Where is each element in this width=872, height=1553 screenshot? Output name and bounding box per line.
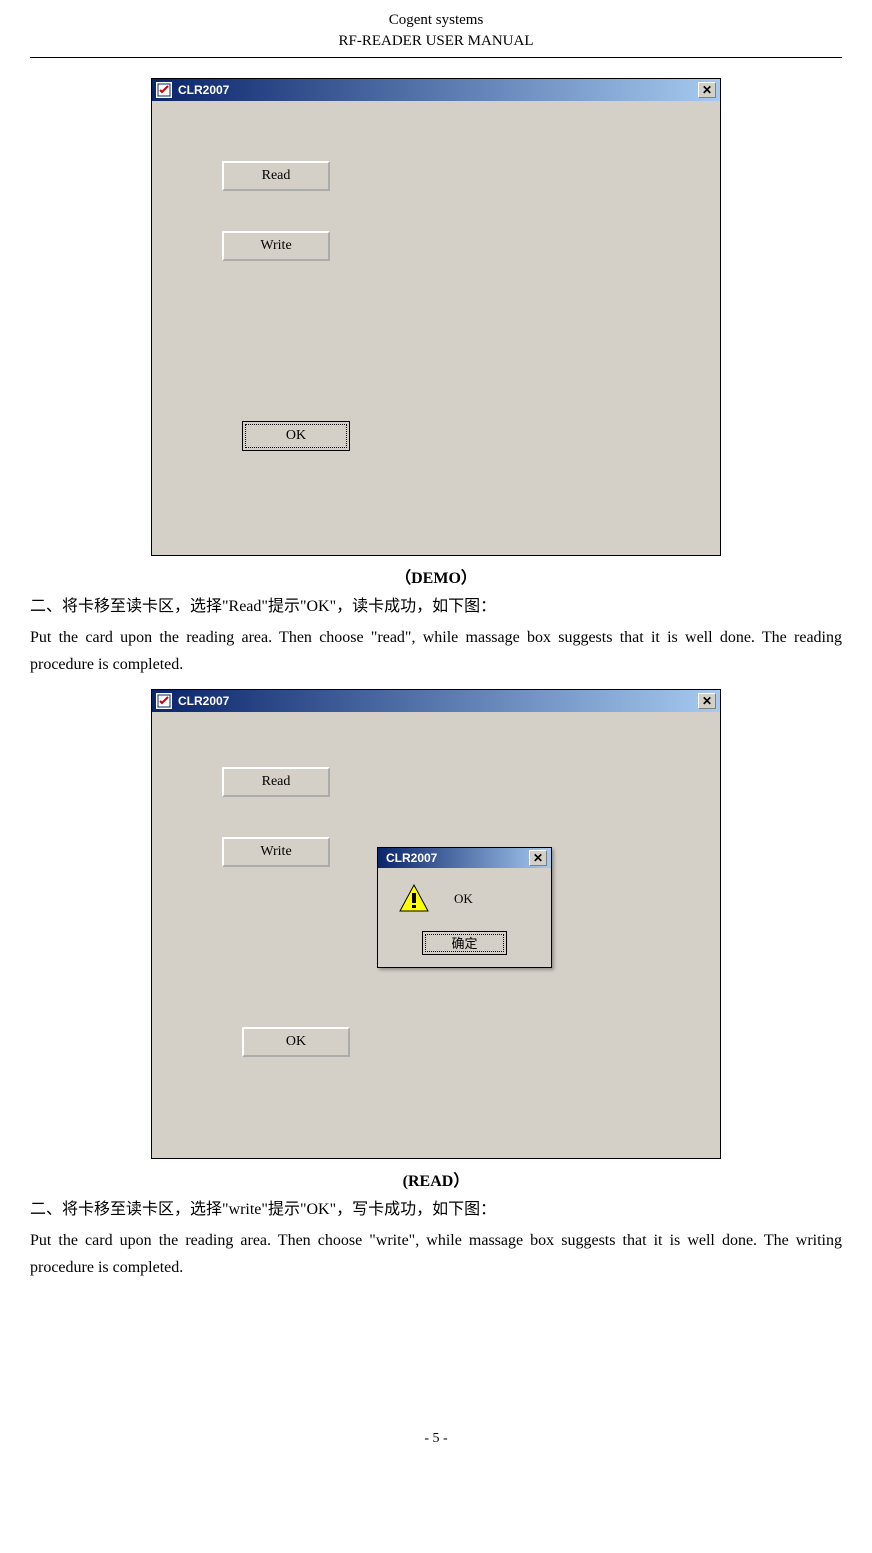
write-button[interactable]: Write: [222, 837, 330, 867]
dialog-titlebar: CLR2007 ✕: [378, 848, 551, 868]
page-header: Cogent systems RF-READER USER MANUAL: [30, 10, 842, 52]
dialog-body: OK 确定: [378, 868, 551, 967]
close-button[interactable]: ✕: [698, 82, 716, 98]
window-title: CLR2007: [178, 694, 698, 708]
para1-chinese: 二、将卡移至读卡区，选择"Read"提示"OK"，读卡成功，如下图：: [30, 593, 842, 620]
app-icon: [156, 693, 172, 709]
demo-screenshot: CLR2007 ✕ Read Write OK: [151, 78, 721, 556]
window-body: Read Write OK CLR2007 ✕ OK: [152, 712, 720, 1158]
page-number: - 5 -: [30, 1431, 842, 1447]
header-line2: RF-READER USER MANUAL: [30, 31, 842, 52]
ok-button[interactable]: OK: [242, 1027, 350, 1057]
app-icon: [156, 82, 172, 98]
warning-icon: [398, 883, 430, 915]
titlebar: CLR2007 ✕: [152, 690, 720, 712]
para1-english: Put the card upon the reading area. Then…: [30, 624, 842, 678]
header-divider: [30, 57, 842, 58]
message-dialog: CLR2007 ✕ OK 确定: [377, 847, 552, 968]
dialog-close-button[interactable]: ✕: [529, 850, 547, 866]
para2-chinese: 二、将卡移至读卡区，选择"write"提示"OK"，写卡成功，如下图：: [30, 1196, 842, 1223]
caption-demo: （DEMO）: [30, 564, 842, 588]
titlebar: CLR2007 ✕: [152, 79, 720, 101]
ok-button[interactable]: OK: [242, 421, 350, 451]
read-button[interactable]: Read: [222, 161, 330, 191]
write-button[interactable]: Write: [222, 231, 330, 261]
window-body: Read Write OK: [152, 101, 720, 555]
header-line1: Cogent systems: [30, 10, 842, 31]
dialog-title: CLR2007: [382, 851, 529, 865]
window-title: CLR2007: [178, 83, 698, 97]
caption-read: (READ）: [30, 1167, 842, 1191]
dialog-content: OK: [388, 883, 541, 915]
dialog-message: OK: [454, 891, 473, 907]
read-screenshot: CLR2007 ✕ Read Write OK CLR2007 ✕: [151, 689, 721, 1159]
dialog-confirm-button[interactable]: 确定: [422, 931, 507, 955]
close-button[interactable]: ✕: [698, 693, 716, 709]
read-button[interactable]: Read: [222, 767, 330, 797]
para2-english: Put the card upon the reading area. Then…: [30, 1227, 842, 1281]
